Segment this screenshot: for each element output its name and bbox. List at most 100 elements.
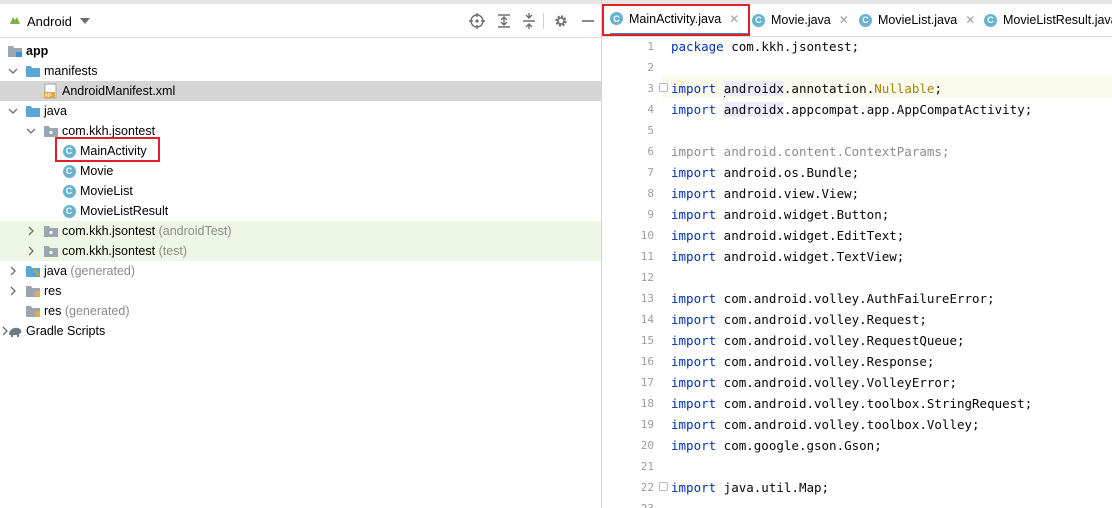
tab-label: MovieListResult.java (1003, 13, 1112, 27)
code-line-13: import com.android.volley.AuthFailureErr… (671, 288, 1111, 309)
line-number: 15 (640, 334, 654, 347)
tab-movie[interactable]: C Movie.java ✕ (752, 4, 849, 36)
code-line-11: import android.widget.TextView; (671, 246, 1111, 267)
tree-item-app[interactable]: app (0, 41, 601, 61)
line-number: 18 (640, 397, 654, 410)
code-keyword: import (671, 81, 717, 96)
line-number: 10 (640, 229, 654, 242)
fold-marker-icon[interactable] (659, 83, 668, 92)
code-text: android.content.ContextParams; (716, 144, 950, 159)
highlight-box (55, 137, 160, 162)
code-line-7: import android.os.Bundle; (671, 162, 1111, 183)
tree-item-java-generated[interactable]: java (generated) (0, 261, 601, 281)
tree-item-label: Gradle Scripts (26, 324, 106, 338)
package-icon (43, 223, 59, 239)
line-number: 11 (640, 250, 654, 263)
tab-label: MovieList.java (878, 13, 958, 27)
collapse-all-icon[interactable] (521, 13, 537, 29)
crosshair-icon[interactable] (469, 13, 485, 29)
resource-folder-icon (25, 303, 41, 319)
code-line-16: import com.android.volley.Response; (671, 351, 1111, 372)
code-line-19: import com.android.volley.toolbox.Volley… (671, 414, 1111, 435)
code-editor[interactable]: 1 2 3 4 5 6 7 8 9 10 11 12 13 14 15 16 1… (602, 37, 1112, 508)
tree-item-suffix: (generated) (64, 304, 130, 318)
line-number: 14 (640, 313, 654, 326)
tree-item-movielistresult[interactable]: C MovieListResult (0, 201, 601, 221)
line-number: 1 (647, 40, 654, 53)
code-line-3: import androidx.annotation.Nullable; (671, 78, 1111, 99)
code-line-4: import androidx.appcompat.app.AppCompatA… (671, 99, 1111, 120)
code-text: .annotation. (783, 81, 875, 96)
line-number: 2 (647, 61, 654, 74)
close-icon[interactable]: ✕ (965, 13, 975, 27)
tree-item-label: manifests (44, 64, 98, 78)
close-icon[interactable]: ✕ (839, 13, 849, 27)
code-text: com.android.volley.toolbox.StringRequest… (716, 396, 1033, 411)
tree-item-package-androidtest[interactable]: com.kkh.jsontest (androidTest) (0, 221, 601, 241)
tree-item-manifests[interactable]: manifests (0, 61, 601, 81)
project-panel: Android app manifests MF AndroidManifest… (0, 4, 601, 508)
code-keyword: import (671, 438, 717, 453)
manifest-icon: MF (43, 83, 59, 99)
chevron-down-icon (79, 18, 90, 24)
code-keyword: import (671, 249, 717, 264)
chevron-right-icon[interactable] (8, 286, 18, 296)
code-keyword: import (671, 228, 717, 243)
chevron-right-icon[interactable] (8, 266, 18, 276)
code-text: ; (934, 81, 942, 96)
chevron-right-icon[interactable] (26, 226, 36, 236)
line-number: 17 (640, 376, 654, 389)
tree-item-movie[interactable]: C Movie (0, 161, 601, 181)
editor-tabs: C MainActivity.java ✕ C Movie.java ✕ C M… (602, 4, 1112, 37)
code-text: com.android.volley.Request; (716, 312, 927, 327)
tree-item-package-test[interactable]: com.kkh.jsontest (test) (0, 241, 601, 261)
code-text: android.widget.EditText; (716, 228, 905, 243)
line-number: 9 (647, 208, 654, 221)
package-icon (43, 243, 59, 259)
chevron-down-icon[interactable] (26, 126, 36, 136)
code-keyword: import (671, 312, 717, 327)
tree-item-label: res (44, 304, 62, 318)
tree-item-java[interactable]: java (0, 101, 601, 121)
chevron-down-icon[interactable] (8, 66, 18, 76)
gear-icon[interactable] (553, 13, 569, 29)
tree-item-res[interactable]: res (0, 281, 601, 301)
module-folder-icon (7, 43, 23, 59)
tree-item-label: Movie (80, 164, 114, 178)
code-keyword: import (671, 333, 717, 348)
code-line-17: import com.android.volley.VolleyError; (671, 372, 1111, 393)
tree-item-res-generated[interactable]: res (generated) (0, 301, 601, 321)
tree-item-androidmanifest[interactable]: MF AndroidManifest.xml (0, 81, 601, 101)
code-keyword: import (671, 480, 717, 495)
line-number: 12 (640, 271, 654, 284)
code-text: java.util.Map; (716, 480, 830, 495)
code-identifier: androidx (723, 81, 784, 96)
code-line-8: import android.view.View; (671, 183, 1111, 204)
tree-item-movielist[interactable]: C MovieList (0, 181, 601, 201)
code-text: com.kkh.jsontest; (723, 39, 860, 54)
tree-item-label: res (44, 284, 62, 298)
code-keyword: import (671, 396, 717, 411)
code-keyword: import (671, 165, 717, 180)
tab-movielist[interactable]: C MovieList.java ✕ (859, 4, 975, 36)
hide-icon[interactable] (580, 13, 596, 29)
tree-item-suffix: (test) (158, 244, 188, 258)
line-number: 4 (647, 103, 654, 116)
chevron-down-icon[interactable] (8, 106, 18, 116)
tree-item-text: com.kkh.jsontest (androidTest) (62, 224, 232, 238)
code-keyword: import (671, 186, 717, 201)
tree-item-gradle-scripts[interactable]: Gradle Scripts (0, 321, 601, 341)
code-keyword: import (671, 354, 717, 369)
line-number: 6 (647, 145, 654, 158)
expand-all-icon[interactable] (496, 13, 512, 29)
code-text: com.google.gson.Gson; (716, 438, 882, 453)
fold-marker-icon[interactable] (659, 482, 668, 491)
resource-folder-icon (25, 283, 41, 299)
tree-item-label: AndroidManifest.xml (62, 84, 176, 98)
project-view-selector[interactable]: Android (8, 12, 90, 30)
project-view-label: Android (27, 13, 72, 29)
code-line-9: import android.widget.Button; (671, 204, 1111, 225)
chevron-right-icon[interactable] (26, 246, 36, 256)
tab-movielistresult[interactable]: C MovieListResult.java (984, 4, 1112, 36)
code-line-6: import android.content.ContextParams; (671, 141, 1111, 162)
